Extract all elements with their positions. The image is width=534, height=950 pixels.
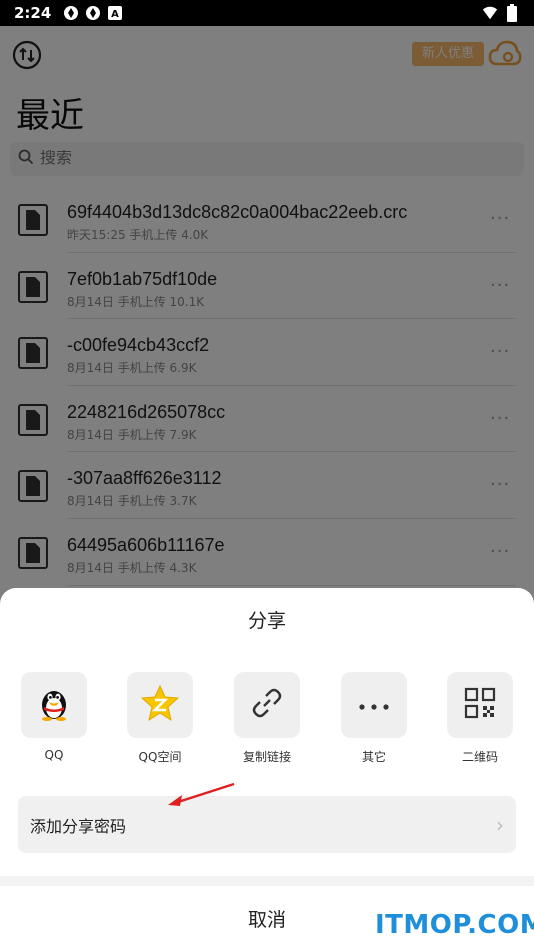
notification-icon — [63, 5, 79, 21]
share-option-label: 复制链接 — [242, 750, 291, 764]
share-qq-button[interactable]: QQ — [20, 672, 88, 762]
add-share-password-label: 添加分享密码 — [30, 816, 127, 836]
sheet-separator — [0, 876, 534, 886]
share-option-label: QQ空间 — [138, 750, 182, 764]
share-sheet: 分享 QQ QQ空间 复制链接 其它 二维码 添加分享密码 › 取消 — [0, 588, 534, 950]
qq-penguin-icon — [37, 684, 71, 726]
battery-icon — [504, 4, 520, 22]
share-sheet-title: 分享 — [247, 610, 286, 632]
share-option-tile[interactable] — [447, 672, 513, 738]
share-option-label: QQ — [44, 748, 64, 762]
share-other-button[interactable]: 其它 — [340, 672, 408, 765]
a-badge-icon: A — [107, 5, 123, 21]
chevron-right-icon: › — [496, 812, 504, 837]
qrcode-icon — [464, 687, 496, 723]
share-qrcode-button[interactable]: 二维码 — [446, 672, 514, 765]
share-option-tile[interactable] — [127, 672, 193, 738]
share-option-label: 二维码 — [461, 750, 498, 764]
add-share-password-row[interactable]: 添加分享密码 › — [18, 796, 516, 853]
svg-text:A: A — [111, 9, 119, 20]
share-option-tile[interactable] — [341, 672, 407, 738]
share-option-tile[interactable] — [234, 672, 300, 738]
watermark: ITMOP.COM — [375, 910, 534, 940]
share-option-tile[interactable] — [21, 672, 87, 738]
more-icon — [358, 696, 390, 715]
share-qzone-button[interactable]: QQ空间 — [126, 672, 194, 765]
qzone-star-icon — [140, 684, 180, 725]
red-arrow-icon — [160, 780, 240, 810]
share-copy-link-button[interactable]: 复制链接 — [233, 672, 301, 765]
wifi-icon — [482, 5, 498, 21]
link-icon — [251, 687, 283, 723]
share-option-label: 其它 — [361, 750, 386, 764]
status-time: 2:24 — [14, 4, 52, 22]
status-bar: 2:24 A — [0, 0, 534, 26]
notification-icon — [85, 5, 101, 21]
